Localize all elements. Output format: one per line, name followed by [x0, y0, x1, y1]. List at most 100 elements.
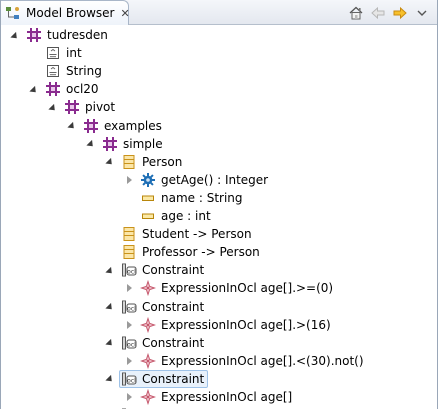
- property-icon: [140, 190, 156, 206]
- tree-node[interactable]: ExpressionInOcl age[].>(16): [138, 316, 335, 334]
- expression-icon: [140, 316, 156, 333]
- tree-node-label: name : String: [161, 190, 243, 205]
- tree-row: Professor -> Person: [1, 243, 437, 261]
- expanded-twisty-icon[interactable]: [27, 80, 41, 98]
- operation-gear-icon: [140, 172, 156, 188]
- tree-node[interactable]: tudresden: [24, 26, 112, 44]
- tree-node[interactable]: String: [43, 62, 106, 80]
- tree-node[interactable]: age : int: [138, 207, 215, 225]
- expanded-twisty-icon[interactable]: [103, 298, 117, 316]
- tree-node[interactable]: Person: [119, 153, 186, 171]
- tree-node-label: int: [66, 46, 82, 61]
- svg-text:ocl: ocl: [127, 269, 136, 276]
- tree-node[interactable]: ExpressionInOcl age[].<(30).not(): [138, 352, 368, 370]
- tree-node-label: tudresden: [47, 28, 108, 42]
- tree-node[interactable]: simple: [100, 135, 167, 153]
- tree-node[interactable]: ocl Constraint: [119, 298, 208, 316]
- tree-row: String: [1, 62, 437, 80]
- tree-node[interactable]: name : String: [138, 189, 247, 207]
- view-menu-chevron-icon: [417, 10, 427, 16]
- collapsed-twisty-icon[interactable]: [122, 352, 136, 370]
- expanded-twisty-icon[interactable]: [65, 117, 79, 135]
- home-button[interactable]: [345, 3, 367, 23]
- tree-node-label: pivot: [85, 100, 116, 115]
- tree-row: getAge() : Integer: [1, 171, 437, 189]
- collapsed-twisty-icon[interactable]: [122, 316, 136, 334]
- tree-row: ocl Constraint: [1, 298, 437, 316]
- tree-node-label: Constraint: [142, 263, 205, 278]
- primitive-type-icon: [45, 45, 61, 61]
- tree-node[interactable]: pivot: [62, 98, 119, 116]
- tree-node-label: ExpressionInOcl age[].<(30).not(): [161, 353, 364, 368]
- expanded-twisty-icon[interactable]: [103, 153, 117, 171]
- model-browser-view-icon: [5, 5, 21, 21]
- tree-node-label: Student -> Person: [142, 227, 252, 242]
- tree-row: Student -> Person: [1, 225, 437, 243]
- tree-node-label: getAge() : Integer: [161, 172, 269, 187]
- collapsed-twisty-icon[interactable]: [122, 388, 136, 406]
- tree-node[interactable]: ocl Constraint: [119, 334, 208, 352]
- collapsed-twisty-icon[interactable]: [122, 171, 136, 189]
- tree-node-label: examples: [104, 118, 162, 133]
- tree-node[interactable]: getAge() : Integer: [138, 171, 272, 189]
- tree-node[interactable]: ocl Constraint: [119, 261, 208, 279]
- expanded-twisty-icon[interactable]: [103, 261, 117, 279]
- tree-node[interactable]: Professor -> Person: [119, 243, 264, 261]
- tree-node[interactable]: ocl20: [43, 80, 103, 98]
- tree-node-label: age : int: [161, 209, 211, 223]
- view-toolbar: [345, 3, 433, 23]
- close-icon[interactable]: ✕: [120, 7, 129, 20]
- expression-icon: [140, 389, 156, 405]
- tree-row: int: [1, 44, 437, 62]
- tree-node-label: ocl20: [66, 82, 99, 97]
- class-icon: [121, 154, 137, 170]
- package-icon: [64, 99, 80, 115]
- tree-node[interactable]: Student -> Person: [119, 225, 256, 243]
- tree-node-label: String: [66, 64, 102, 79]
- tree-row: tudresden: [1, 26, 437, 44]
- expression-icon: [140, 280, 156, 297]
- tree-row: ocl Constraint: [1, 369, 437, 388]
- tree-row: age : int: [1, 207, 437, 225]
- expanded-twisty-icon[interactable]: [46, 98, 60, 116]
- class-icon: [121, 226, 137, 242]
- tree-row: examples: [1, 117, 437, 135]
- tree-node-label: Constraint: [142, 371, 205, 386]
- tree-node-label: ExpressionInOcl age[].>=(0): [161, 281, 334, 296]
- tree-node[interactable]: ExpressionInOcl age[].>=(0): [138, 279, 337, 297]
- constraint-icon: ocl: [121, 371, 137, 387]
- constraint-icon: ocl: [121, 262, 137, 278]
- tree-node-label: simple: [123, 136, 163, 151]
- tree-row: Person: [1, 153, 437, 171]
- tree-row: ExpressionInOcl age[].<(30).not(): [1, 352, 437, 370]
- expanded-twisty-icon[interactable]: [8, 26, 22, 44]
- expanded-twisty-icon[interactable]: [84, 135, 98, 153]
- tree-row: name : String: [1, 189, 437, 207]
- primitive-type-icon: [45, 63, 61, 79]
- expanded-twisty-icon[interactable]: [103, 334, 117, 352]
- view-menu-button[interactable]: [411, 3, 433, 23]
- tree-node-label: ExpressionInOcl age[]: [161, 390, 293, 404]
- model-tree[interactable]: tudresden int String ocl20 pivot example…: [1, 26, 437, 409]
- tree-node-label: ExpressionInOcl age[].>(16): [161, 317, 331, 332]
- tree-node-label: Constraint: [142, 335, 205, 350]
- property-icon: [140, 208, 156, 224]
- svg-text:ocl: ocl: [127, 305, 136, 312]
- constraint-icon: ocl: [121, 299, 137, 315]
- tree-node-label: Professor -> Person: [142, 245, 260, 260]
- package-icon: [83, 118, 99, 134]
- tree-row: ocl20: [1, 80, 437, 98]
- expanded-twisty-icon[interactable]: [103, 370, 117, 388]
- tree-row: ocl Constraint: [1, 334, 437, 352]
- back-button[interactable]: [367, 3, 389, 23]
- collapsed-twisty-icon[interactable]: [122, 279, 136, 297]
- package-icon: [102, 136, 118, 152]
- forward-button[interactable]: [389, 3, 411, 23]
- tree-node[interactable]: examples: [81, 117, 166, 135]
- tree-node[interactable]: ocl Constraint: [119, 369, 209, 388]
- model-browser-tab[interactable]: Model Browser ✕: [1, 0, 130, 25]
- tree-node[interactable]: ExpressionInOcl age[]: [138, 388, 296, 406]
- svg-text:ocl: ocl: [127, 377, 136, 384]
- tree-node[interactable]: int: [43, 44, 86, 62]
- tree-row: ExpressionInOcl age[]: [1, 388, 437, 406]
